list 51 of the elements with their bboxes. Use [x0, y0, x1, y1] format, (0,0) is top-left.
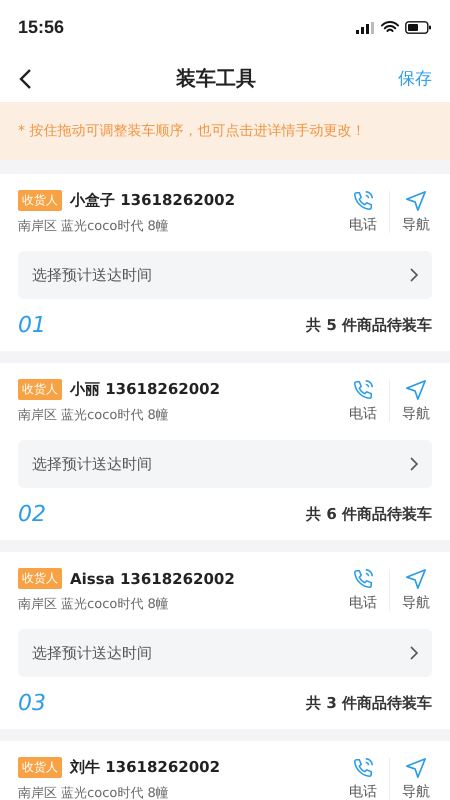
order-card[interactable]: 收货人 小盒子 13618262002 南岸区 蓝光coco时代 8幢 电话 导航 选择预计送达时间 01 共 5 件商品待装车	[0, 174, 450, 351]
order-card[interactable]: 收货人 小丽 13618262002 南岸区 蓝光coco时代 8幢 电话 导航 选择预计送达时间 02 共 6 件商品待装车	[0, 363, 450, 540]
navigate-button[interactable]: 导航	[390, 378, 432, 422]
delivery-time-picker[interactable]: 选择预计送达时间	[18, 251, 432, 299]
signal-icon	[356, 22, 375, 34]
delivery-time-picker[interactable]: 选择预计送达时间	[18, 440, 432, 488]
recipient-name: Aissa 13618262002	[70, 570, 235, 588]
order-number: 01	[18, 312, 46, 338]
recipient-name: 小丽 13618262002	[70, 380, 220, 399]
recipient-name: 小盒子 13618262002	[70, 191, 236, 210]
chevron-right-icon	[410, 268, 418, 282]
navigation-arrow-icon	[405, 378, 427, 400]
chevron-right-icon	[410, 646, 418, 660]
phone-icon	[352, 568, 374, 590]
back-icon[interactable]	[18, 68, 34, 90]
navigation-arrow-icon	[405, 756, 427, 778]
address-text: 南岸区 蓝光coco时代 8幢	[18, 785, 170, 800]
item-count: 共 3 件商品待装车	[306, 694, 432, 712]
order-number: 03	[18, 690, 46, 716]
navigate-button[interactable]: 导航	[390, 190, 432, 234]
navigate-button[interactable]: 导航	[390, 568, 432, 612]
battery-icon	[405, 21, 432, 34]
page-title: 装车工具	[176, 65, 256, 92]
notice-banner: * 按住拖动可调整装车顺序，也可点击进详情手动更改！	[0, 102, 450, 160]
item-count: 共 5 件商品待装车	[306, 316, 432, 334]
call-button[interactable]: 电话	[337, 378, 389, 422]
chevron-right-icon	[410, 457, 418, 471]
order-card[interactable]: 收货人 刘牛 13618262002 南岸区 蓝光coco时代 8幢 电话 导航	[0, 741, 450, 800]
recipient-tag: 收货人	[18, 190, 62, 211]
order-card[interactable]: 收货人 Aissa 13618262002 南岸区 蓝光coco时代 8幢 电话 导航 选择预计送达时间 03 共 3 件商品待装车	[0, 552, 450, 729]
call-button[interactable]: 电话	[337, 756, 389, 800]
phone-icon	[352, 190, 374, 212]
recipient-tag: 收货人	[18, 379, 62, 400]
navigation-arrow-icon	[405, 568, 427, 590]
phone-icon	[352, 756, 374, 778]
call-button[interactable]: 电话	[337, 190, 389, 234]
address-text: 南岸区 蓝光coco时代 8幢	[18, 596, 170, 613]
order-number: 02	[18, 502, 46, 526]
phone-icon	[352, 378, 374, 400]
recipient-tag: 收货人	[18, 757, 62, 778]
address-text: 南岸区 蓝光coco时代 8幢	[18, 218, 170, 235]
item-count: 共 6 件商品待装车	[306, 504, 432, 524]
call-button[interactable]: 电话	[337, 568, 389, 612]
address-text: 南岸区 蓝光coco时代 8幢	[18, 407, 170, 424]
status-time: 15:56	[18, 17, 64, 38]
recipient-tag: 收货人	[18, 568, 62, 589]
navigate-button[interactable]: 导航	[390, 756, 432, 800]
recipient-name: 刘牛 13618262002	[70, 758, 220, 777]
wifi-icon	[381, 21, 399, 34]
navigation-arrow-icon	[405, 190, 427, 212]
delivery-time-picker[interactable]: 选择预计送达时间	[18, 629, 432, 677]
